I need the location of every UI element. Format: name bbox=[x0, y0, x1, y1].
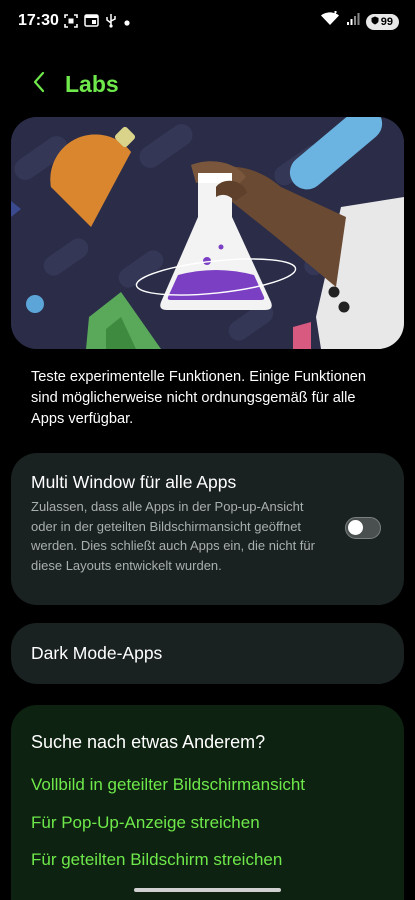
dark-mode-apps-title: Dark Mode-Apps bbox=[31, 643, 163, 663]
multi-window-toggle[interactable] bbox=[345, 517, 381, 539]
search-suggestions-card: Suche nach etwas Anderem? Vollbild in ge… bbox=[11, 705, 404, 900]
usb-icon bbox=[105, 13, 117, 33]
wifi-icon bbox=[320, 10, 340, 32]
notification-dot-icon bbox=[123, 14, 131, 32]
battery-shield-icon bbox=[371, 16, 379, 28]
labs-description: Teste experimentelle Funktionen. Einige … bbox=[31, 369, 367, 427]
multi-window-title: Multi Window für alle Apps bbox=[31, 472, 237, 492]
search-suggestions-title: Suche nach etwas Anderem? bbox=[31, 732, 266, 752]
header: Labs bbox=[0, 62, 415, 106]
labs-banner-illustration bbox=[11, 117, 404, 349]
gesture-nav-handle[interactable] bbox=[134, 888, 281, 892]
link-swipe-split-screen[interactable]: Für geteilten Bildschirm streichen bbox=[31, 850, 282, 870]
back-button[interactable] bbox=[24, 68, 54, 100]
status-icons-right: 99 bbox=[320, 10, 399, 32]
multi-window-setting[interactable]: Multi Window für alle Apps Zulassen, das… bbox=[11, 453, 404, 605]
link-split-screen-fullscreen[interactable]: Vollbild in geteilter Bildschirmansicht bbox=[31, 775, 305, 795]
screen: 17:30 99 Labs Teste experimentelle Funkt… bbox=[0, 0, 415, 900]
dark-mode-apps-setting[interactable]: Dark Mode-Apps bbox=[11, 623, 404, 684]
status-icons-left bbox=[64, 13, 131, 33]
page-title: Labs bbox=[65, 71, 119, 97]
battery-indicator: 99 bbox=[365, 13, 399, 30]
toggle-knob bbox=[348, 520, 363, 535]
multi-window-description: Zulassen, dass alle Apps in der Pop-up-A… bbox=[31, 499, 315, 573]
battery-level: 99 bbox=[380, 15, 393, 28]
link-swipe-popup[interactable]: Für Pop-Up-Anzeige streichen bbox=[31, 813, 260, 833]
status-bar: 17:30 99 bbox=[0, 0, 415, 44]
chevron-left-icon bbox=[32, 71, 46, 98]
labs-flask-illustration bbox=[11, 117, 404, 349]
status-time: 17:30 bbox=[18, 12, 59, 29]
cast-icon bbox=[84, 14, 99, 32]
screenshot-icon bbox=[64, 13, 78, 33]
signal-icon bbox=[346, 12, 360, 31]
